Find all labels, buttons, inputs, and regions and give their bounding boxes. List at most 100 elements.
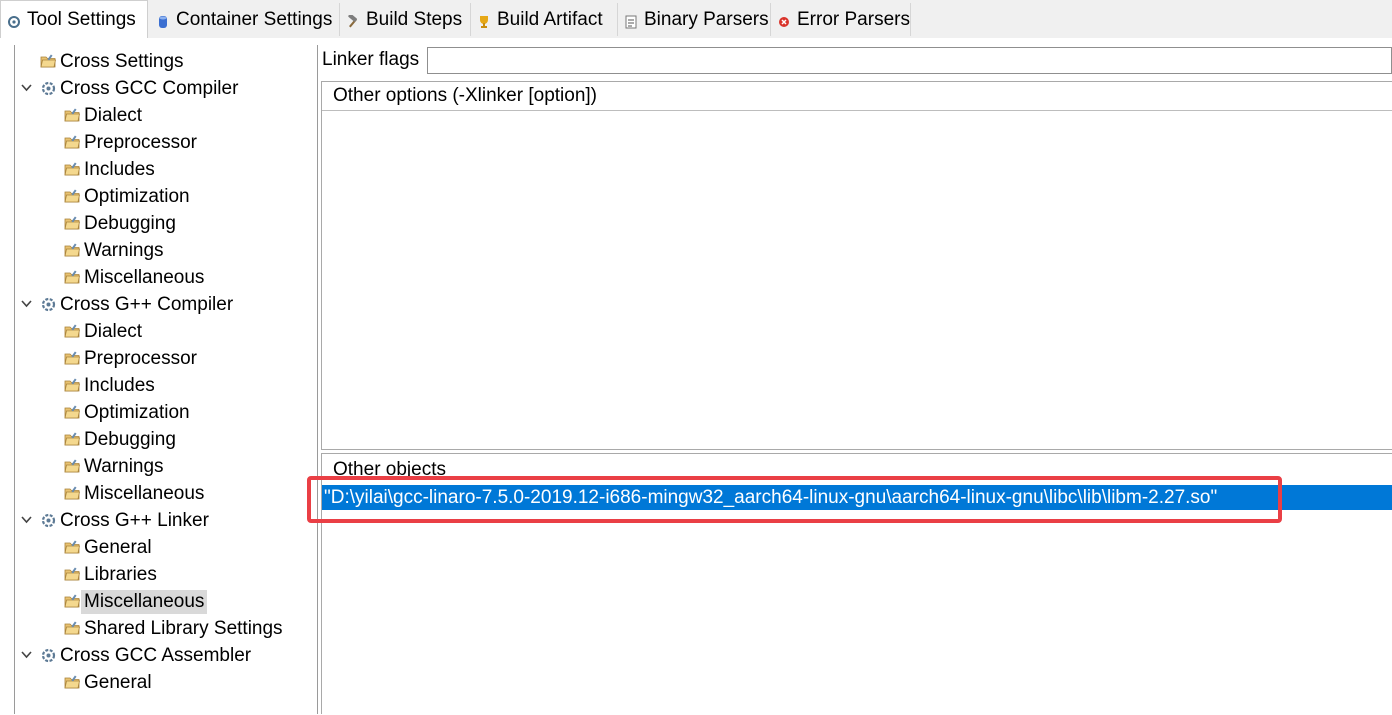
tree-item[interactable]: Libraries (64, 561, 160, 588)
tree-item-label: Dialect (84, 320, 143, 342)
chevron-down-icon[interactable] (20, 298, 32, 310)
tree-item-label: Cross GCC Compiler (60, 77, 239, 99)
tree-item[interactable]: Includes (64, 372, 158, 399)
tree-item-label: Optimization (84, 185, 190, 207)
error-icon (777, 13, 791, 27)
tree-item[interactable]: Warnings (64, 237, 167, 264)
settings-folder-icon (64, 134, 81, 151)
tree-item-label: Cross G++ Linker (60, 509, 209, 531)
tree-item[interactable]: General (64, 534, 155, 561)
trophy-icon (477, 13, 491, 28)
tab-label: Tool Settings (27, 8, 136, 30)
tree-tool-node[interactable]: Cross GCC Compiler (20, 75, 241, 102)
settings-folder-icon (64, 377, 81, 394)
tab-label: Build Steps (366, 8, 463, 30)
tree-item[interactable]: Debugging (64, 210, 179, 237)
settings-folder-icon (64, 458, 81, 475)
chevron-down-icon[interactable] (20, 82, 32, 94)
tree-item[interactable]: Dialect (64, 102, 145, 129)
tree-item[interactable]: Preprocessor (64, 129, 200, 156)
tree-item[interactable]: Preprocessor (64, 345, 200, 372)
tree-item[interactable]: Includes (64, 156, 158, 183)
tree-item-label: Includes (84, 158, 155, 180)
tree-item[interactable]: Cross Settings (40, 48, 187, 75)
gears-icon (40, 647, 57, 664)
tree-item-label: Warnings (84, 239, 164, 261)
tree-item-label: Debugging (84, 428, 176, 450)
linker-flags-input[interactable] (427, 47, 1392, 74)
other-objects-title: Other objects (322, 454, 1392, 483)
tree-item[interactable]: General (64, 669, 155, 696)
settings-folder-icon (64, 620, 81, 637)
gears-icon (40, 80, 57, 97)
hammer-icon (346, 13, 360, 27)
tree-item-label: Libraries (84, 563, 157, 585)
settings-folder-icon (64, 350, 81, 367)
tab-build-steps[interactable]: Build Steps (340, 3, 471, 36)
tree-item-label: Miscellaneous (81, 589, 208, 614)
tree-item-label: Warnings (84, 455, 164, 477)
chevron-down-icon[interactable] (20, 514, 32, 526)
settings-folder-icon (64, 404, 81, 421)
linker-flags-label: Linker flags (322, 49, 420, 70)
tree-item-label: Includes (84, 374, 155, 396)
tree-tool-node[interactable]: Cross G++ Linker (20, 507, 212, 534)
tree-item-label: Preprocessor (84, 131, 197, 153)
tree-item-label: Cross GCC Assembler (60, 644, 252, 666)
tab-error-parsers[interactable]: Error Parsers (771, 3, 911, 36)
settings-folder-icon (64, 539, 81, 556)
linker-misc-panel: Linker flags Other options (-Xlinker [op… (320, 38, 1392, 714)
settings-folder-icon (64, 323, 81, 340)
gears-icon (40, 296, 57, 313)
tab-binary-parsers[interactable]: Binary Parsers (618, 3, 771, 36)
settings-folder-icon (40, 53, 57, 70)
tree-item[interactable]: Miscellaneous (64, 264, 207, 291)
tree-item-label: Cross G++ Compiler (60, 293, 234, 315)
settings-folder-icon (64, 242, 81, 259)
tree-item-label: Optimization (84, 401, 190, 423)
tree-item[interactable]: Dialect (64, 318, 145, 345)
tab-label: Container Settings (176, 8, 333, 30)
tree-item-label: Dialect (84, 104, 143, 126)
tab-label: Binary Parsers (644, 8, 769, 30)
list-item[interactable]: "D:\yilai\gcc-linaro-7.5.0-2019.12-i686-… (322, 485, 1392, 510)
tree-item-label: Shared Library Settings (84, 617, 283, 639)
tree-item[interactable]: Optimization (64, 183, 193, 210)
binary-file-icon (624, 13, 638, 28)
other-objects-list[interactable]: "D:\yilai\gcc-linaro-7.5.0-2019.12-i686-… (322, 483, 1392, 715)
tree-item[interactable]: Optimization (64, 399, 193, 426)
tree-item-label: General (84, 536, 152, 558)
settings-tree[interactable]: Cross Settings Cross GCC Compiler Dialect P… (14, 45, 318, 714)
settings-folder-icon (64, 269, 81, 286)
tree-tool-node[interactable]: Cross G++ Compiler (20, 291, 236, 318)
settings-folder-icon (64, 107, 81, 124)
settings-folder-icon (64, 431, 81, 448)
tree-item-label: Miscellaneous (84, 482, 205, 504)
tab-tool-settings[interactable]: Tool Settings (0, 0, 148, 38)
settings-folder-icon (64, 593, 81, 610)
chevron-down-icon[interactable] (20, 649, 32, 661)
settings-folder-icon (64, 215, 81, 232)
other-options-group: Other options (-Xlinker [option]) (321, 81, 1392, 450)
tree-item[interactable]: Shared Library Settings (64, 615, 286, 642)
tab-label: Build Artifact (497, 8, 603, 30)
tree-item[interactable]: Miscellaneous (64, 480, 207, 507)
tree-item-label: Cross Settings (60, 50, 184, 72)
tree-tool-node[interactable]: Cross GCC Assembler (20, 642, 254, 669)
settings-folder-icon (64, 485, 81, 502)
tab-container-settings[interactable]: Container Settings (150, 3, 340, 36)
tab-build-artifact[interactable]: Build Artifact (471, 3, 618, 36)
settings-folder-icon (64, 674, 81, 691)
other-options-list[interactable] (322, 111, 1392, 450)
tree-item-label: Debugging (84, 212, 176, 234)
settings-folder-icon (64, 188, 81, 205)
tab-bar: Tool Settings Container Settings Build S… (0, 0, 1392, 38)
other-objects-group: Other objects "D:\yilai\gcc-linaro-7.5.0… (321, 453, 1392, 714)
tree-item-label: General (84, 671, 152, 693)
other-options-title: Other options (-Xlinker [option]) (322, 82, 1392, 111)
tree-item[interactable]: Debugging (64, 426, 179, 453)
tree-item[interactable]: Miscellaneous (64, 588, 208, 615)
tab-label: Error Parsers (797, 8, 910, 30)
settings-folder-icon (64, 566, 81, 583)
tree-item[interactable]: Warnings (64, 453, 167, 480)
